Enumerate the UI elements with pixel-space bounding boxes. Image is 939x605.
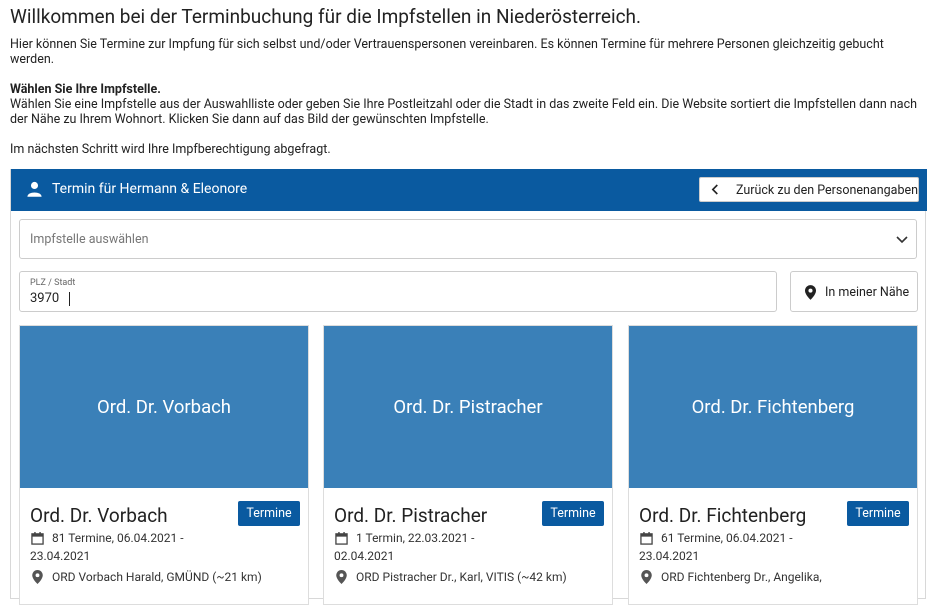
plz-field-label: PLZ / Stadt [30, 278, 76, 288]
calendar-icon [335, 532, 348, 545]
location-pin-icon [336, 570, 347, 584]
chevron-down-icon [896, 236, 908, 244]
impfstelle-card[interactable]: Ord. Dr. Pistracher Ord. Dr. Pistracher … [323, 325, 613, 605]
card-address: ORD Vorbach Harald, GMÜND (~21 km) [52, 570, 262, 584]
card-title: Ord. Dr. Fichtenberg [639, 504, 807, 527]
card-summary-end: 23.04.2021 [639, 549, 700, 563]
calendar-icon [640, 532, 653, 545]
card-title: Ord. Dr. Vorbach [30, 504, 168, 527]
next-step-text: Im nächsten Schritt wird Ihre Impfberech… [10, 142, 331, 157]
card-summary: 61 Termine, 06.04.2021 - [661, 531, 793, 545]
card-title: Ord. Dr. Pistracher [334, 504, 488, 527]
text-cursor [69, 292, 70, 306]
location-pin-icon [32, 570, 43, 584]
instructions: Wählen Sie Ihre Impfstelle. Wählen Sie e… [10, 82, 922, 127]
impfstelle-card[interactable]: Ord. Dr. Fichtenberg Ord. Dr. Fichtenber… [628, 325, 918, 605]
card-summary-end: 02.04.2021 [334, 549, 395, 563]
select-placeholder: Impfstelle auswählen [30, 232, 149, 247]
chevron-left-icon [711, 184, 718, 195]
location-pin-icon [805, 285, 816, 300]
plz-field-value: 3970 [30, 291, 60, 306]
termine-button[interactable]: Termine [238, 501, 300, 526]
card-image[interactable]: Ord. Dr. Fichtenberg [629, 326, 917, 488]
near-me-label: In meiner Nähe [825, 285, 910, 300]
instructions-text: Wählen Sie eine Impfstelle aus der Auswa… [10, 97, 918, 127]
back-button-label: Zurück zu den Personenangaben [736, 183, 919, 198]
card-address: ORD Fichtenberg Dr., Angelika, [661, 570, 822, 584]
card-image[interactable]: Ord. Dr. Vorbach [20, 326, 308, 488]
calendar-icon [31, 532, 44, 545]
termine-button[interactable]: Termine [542, 501, 604, 526]
impfstelle-select[interactable]: Impfstelle auswählen [19, 219, 917, 259]
termine-button[interactable]: Termine [847, 501, 909, 526]
page-title: Willkommen bei der Terminbuchung für die… [10, 5, 641, 28]
panel-header: Termin für Hermann & Eleonore Zurück zu … [11, 169, 927, 211]
booking-panel: Termin für Hermann & Eleonore Zurück zu … [10, 169, 927, 605]
card-summary: 1 Termin, 22.03.2021 - [356, 531, 475, 545]
intro-paragraph: Hier können Sie Termine zur Impfung für … [10, 37, 884, 67]
card-summary: 81 Termine, 06.04.2021 - [52, 531, 184, 545]
location-pin-icon [641, 570, 652, 584]
person-icon [27, 181, 42, 197]
back-to-persons-button[interactable]: Zurück zu den Personenangaben [699, 177, 919, 202]
plz-city-input[interactable]: PLZ / Stadt 3970 [19, 271, 777, 312]
card-address: ORD Pistracher Dr., Karl, VITIS (~42 km) [356, 570, 567, 584]
card-summary-end: 23.04.2021 [30, 549, 91, 563]
near-me-button[interactable]: In meiner Nähe [790, 271, 918, 312]
panel-title: Termin für Hermann & Eleonore [52, 181, 248, 197]
impfstelle-card[interactable]: Ord. Dr. Vorbach Ord. Dr. Vorbach Termin… [19, 325, 309, 605]
card-image[interactable]: Ord. Dr. Pistracher [324, 326, 612, 488]
instructions-heading: Wählen Sie Ihre Impfstelle. [10, 82, 161, 97]
